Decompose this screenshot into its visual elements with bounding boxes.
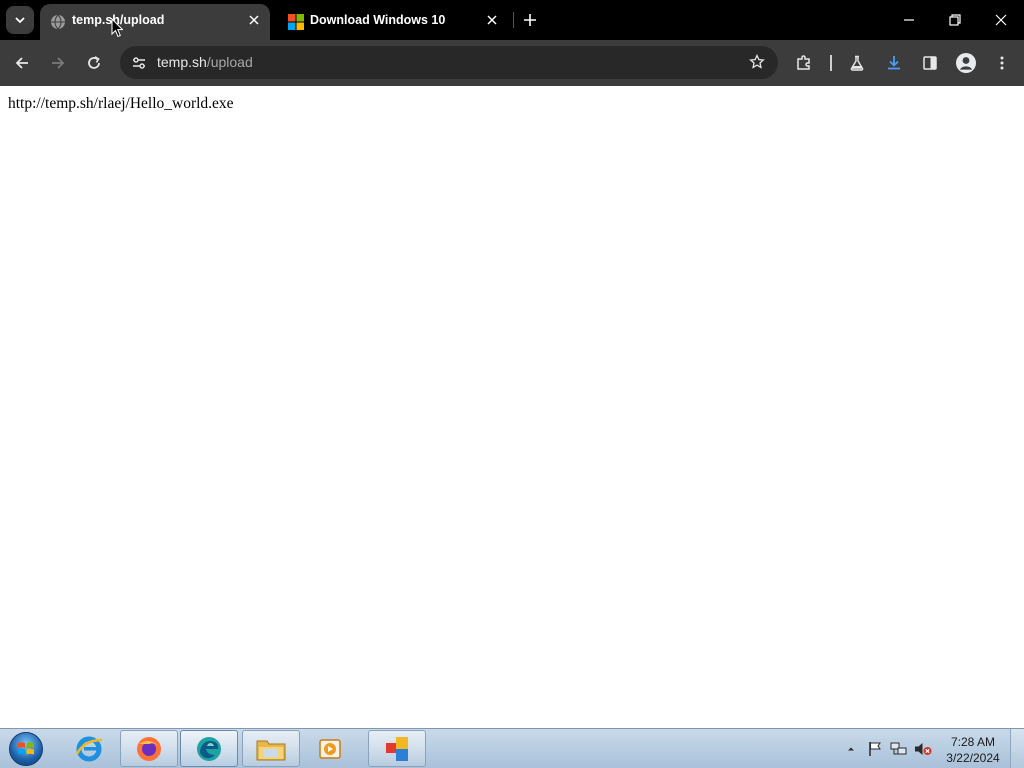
show-desktop-button[interactable] — [1010, 729, 1024, 768]
restore-button[interactable] — [932, 0, 978, 40]
puzzle-icon — [797, 55, 810, 70]
tab-download-windows-10[interactable]: Download Windows 10 — [278, 4, 508, 40]
tab-title: Download Windows 10 — [310, 13, 446, 27]
tab-close-button[interactable] — [484, 12, 500, 28]
mouse-cursor-icon — [111, 18, 123, 38]
internet-explorer-icon — [75, 736, 103, 761]
chevron-up-icon — [848, 747, 854, 751]
url-path: /upload — [206, 54, 253, 70]
side-panel-button[interactable] — [916, 49, 944, 77]
edge-icon — [197, 736, 221, 761]
firefox-icon — [137, 736, 161, 761]
avatar-icon — [956, 53, 976, 73]
arrow-right-icon — [52, 57, 65, 69]
new-tab-button[interactable] — [520, 10, 540, 30]
reload-button[interactable] — [80, 49, 108, 77]
bookmark-button[interactable] — [746, 51, 768, 73]
tune-icon — [133, 57, 145, 69]
tab-separator — [513, 12, 514, 28]
close-icon — [995, 14, 1007, 26]
taskbar: 7:28 AM 3/22/2024 — [0, 728, 1024, 768]
url-host: temp.sh — [157, 54, 207, 70]
restore-icon — [949, 14, 961, 26]
close-icon — [249, 15, 259, 25]
close-icon — [487, 15, 497, 25]
clock[interactable]: 7:28 AM 3/22/2024 — [942, 734, 1004, 766]
taskbar-edge[interactable] — [180, 730, 238, 767]
tab-close-button[interactable] — [246, 12, 262, 28]
more-vert-icon — [1000, 56, 1004, 70]
tab-temp-sh-upload[interactable]: temp.sh/upload — [40, 4, 270, 40]
flask-icon — [850, 55, 864, 71]
start-button[interactable] — [6, 731, 46, 767]
star-icon — [749, 54, 765, 69]
labs-button[interactable] — [843, 49, 871, 77]
minimize-icon — [904, 19, 914, 21]
clock-time: 7:28 AM — [950, 735, 996, 749]
minimize-button[interactable] — [886, 0, 932, 40]
flag-icon — [869, 742, 881, 756]
network-button[interactable] — [890, 740, 908, 758]
show-hidden-icons-button[interactable] — [842, 740, 860, 758]
downloads-button[interactable] — [880, 49, 908, 77]
desktop-tools-icon — [386, 736, 408, 761]
taskbar-internet-explorer[interactable] — [60, 730, 118, 767]
file-explorer-icon — [256, 740, 286, 760]
action-center-button[interactable] — [866, 740, 884, 758]
clock-date: 3/22/2024 — [946, 751, 1000, 765]
plus-icon — [524, 14, 536, 26]
address-bar[interactable]: temp.sh/upload — [120, 46, 778, 79]
globe-icon — [51, 14, 65, 30]
windows-logo-icon — [9, 732, 43, 766]
system-tray — [842, 737, 932, 761]
tab-strip: temp.sh/upload Download Windows 10 — [0, 0, 1024, 40]
toolbar-divider — [830, 55, 832, 71]
menu-button[interactable] — [988, 49, 1016, 77]
extensions-button[interactable] — [790, 49, 818, 77]
reload-icon — [88, 56, 100, 69]
chevron-down-icon — [15, 17, 25, 24]
volume-muted-icon — [915, 743, 932, 755]
network-icon — [890, 742, 907, 755]
tab-search-button[interactable] — [6, 6, 34, 34]
close-window-button[interactable] — [978, 0, 1024, 40]
arrow-left-icon — [15, 57, 28, 69]
forward-button[interactable] — [44, 49, 72, 77]
media-player-icon — [319, 738, 341, 759]
side-panel-icon — [923, 56, 937, 70]
taskbar-media-player[interactable] — [302, 730, 360, 767]
profile-button[interactable] — [952, 49, 980, 77]
taskbar-app[interactable] — [368, 730, 426, 767]
download-icon — [888, 56, 900, 70]
upload-result-url: http://temp.sh/rlaej/Hello_world.exe — [8, 95, 234, 112]
microsoft-logo-icon — [288, 14, 304, 30]
taskbar-file-explorer[interactable] — [242, 730, 300, 767]
volume-button[interactable] — [914, 740, 932, 758]
url-text: temp.sh/upload — [157, 54, 253, 70]
browser-toolbar: temp.sh/upload — [0, 40, 1024, 86]
taskbar-firefox[interactable] — [120, 730, 178, 767]
page-content: http://temp.sh/rlaej/Hello_world.exe — [0, 86, 1024, 728]
site-info-button[interactable] — [128, 52, 150, 74]
back-button[interactable] — [8, 49, 36, 77]
